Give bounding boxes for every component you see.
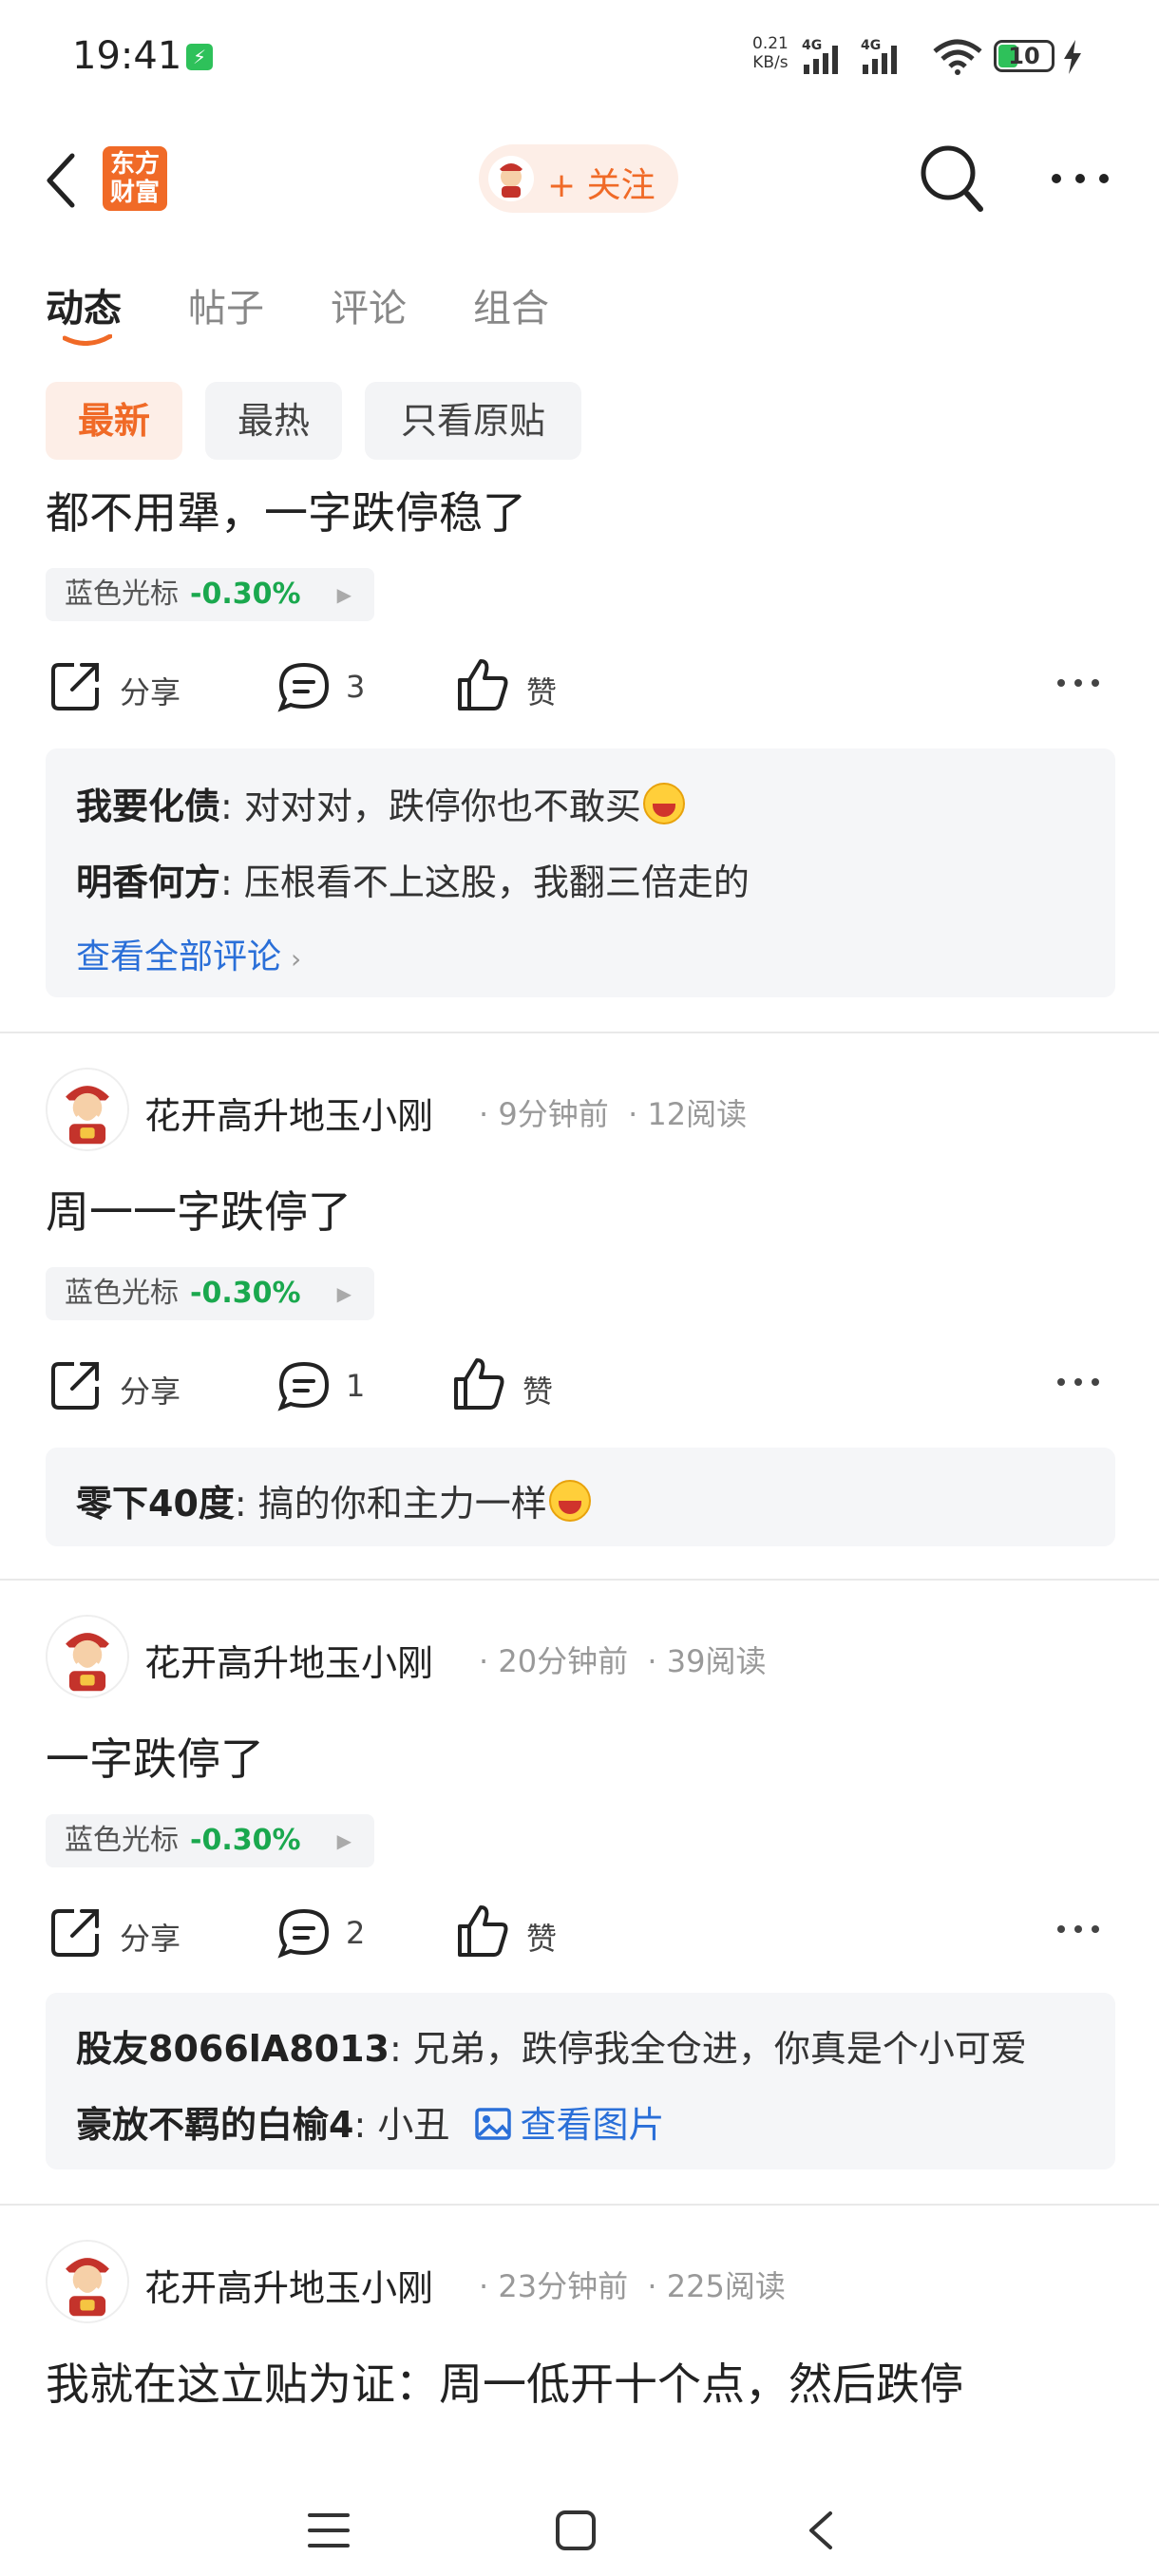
home-icon[interactable] bbox=[555, 2510, 597, 2551]
post-meta: · 9分钟前 · 12阅读 bbox=[479, 1096, 748, 1132]
avatar[interactable] bbox=[46, 1068, 129, 1151]
comment-item[interactable]: 我要化债: 对对对，跌停你也不敢买 bbox=[76, 777, 685, 829]
post-text[interactable]: 一字跌停了 bbox=[46, 1725, 264, 1788]
tab-posts[interactable]: 帖子 bbox=[188, 277, 264, 332]
divider bbox=[0, 2204, 1159, 2206]
comment-count[interactable]: 3 bbox=[346, 669, 365, 705]
like-label[interactable]: 赞 bbox=[522, 1368, 553, 1411]
system-nav-bar bbox=[0, 2470, 1159, 2576]
author-name[interactable]: 花开高升地玉小刚 bbox=[144, 1087, 433, 1139]
filter-original-only[interactable]: 只看原贴 bbox=[365, 382, 581, 460]
filter-hot[interactable]: 最热 bbox=[205, 382, 342, 460]
comment-count[interactable]: 2 bbox=[346, 1915, 365, 1951]
post-more-icon[interactable] bbox=[1056, 676, 1100, 690]
search-icon[interactable] bbox=[918, 142, 986, 215]
tab-portfolio[interactable]: 组合 bbox=[473, 277, 549, 332]
comment-icon[interactable] bbox=[277, 1360, 331, 1411]
post-meta: · 23分钟前 · 225阅读 bbox=[479, 2268, 786, 2304]
post-text[interactable]: 都不用犟，一字跌停稳了 bbox=[46, 479, 526, 541]
laughing-emoji-icon bbox=[548, 1480, 591, 1522]
comment-item[interactable]: 零下40度: 搞的你和主力一样 bbox=[76, 1474, 591, 1526]
laughing-emoji-icon bbox=[642, 783, 685, 824]
back-icon[interactable] bbox=[42, 152, 80, 209]
post-text[interactable]: 周一一字跌停了 bbox=[46, 1178, 352, 1241]
post-text[interactable]: 我就在这立贴为证：周一低开十个点，然后跌停 bbox=[46, 2350, 963, 2413]
divider bbox=[0, 1579, 1159, 1581]
comment-preview: 零下40度: 搞的你和主力一样 bbox=[46, 1448, 1115, 1546]
share-label[interactable]: 分享 bbox=[120, 669, 180, 712]
stock-tag[interactable]: 蓝色光标 -0.30% ▶ bbox=[46, 1267, 374, 1320]
comment-count[interactable]: 1 bbox=[346, 1368, 365, 1404]
comment-preview: 我要化债: 对对对，跌停你也不敢买 明香何方: 压根看不上这股，我翻三倍走的 查… bbox=[46, 748, 1115, 997]
chevron-right-icon: › bbox=[291, 943, 302, 975]
battery-saver-icon: ⚡ bbox=[186, 44, 213, 70]
share-icon[interactable] bbox=[49, 1358, 103, 1411]
tab-comments[interactable]: 评论 bbox=[331, 277, 407, 332]
like-label[interactable]: 赞 bbox=[526, 1915, 557, 1959]
share-icon[interactable] bbox=[49, 1905, 103, 1959]
comment-icon[interactable] bbox=[277, 1907, 331, 1959]
post-meta: · 20分钟前 · 39阅读 bbox=[479, 1643, 767, 1679]
comment-icon[interactable] bbox=[277, 661, 331, 712]
avatar[interactable] bbox=[46, 2240, 129, 2323]
share-label[interactable]: 分享 bbox=[120, 1368, 180, 1411]
like-label[interactable]: 赞 bbox=[526, 669, 557, 712]
view-image-link[interactable]: 查看图片 bbox=[474, 2104, 664, 2146]
user-avatar bbox=[488, 156, 534, 201]
like-icon[interactable] bbox=[456, 657, 509, 712]
author-name[interactable]: 花开高升地玉小刚 bbox=[144, 2259, 433, 2311]
signal-2-icon: 4G bbox=[861, 38, 897, 74]
author-name[interactable]: 花开高升地玉小刚 bbox=[144, 1634, 433, 1686]
comment-item[interactable]: 明香何方: 压根看不上这股，我翻三倍走的 bbox=[76, 853, 750, 905]
post-more-icon[interactable] bbox=[1056, 1923, 1100, 1936]
wifi-icon bbox=[933, 39, 982, 75]
svg-text:4G: 4G bbox=[802, 38, 822, 53]
like-icon[interactable] bbox=[452, 1356, 505, 1411]
back-nav-icon[interactable] bbox=[806, 2510, 834, 2551]
tab-dynamic[interactable]: 动态 bbox=[46, 277, 122, 332]
divider bbox=[0, 1032, 1159, 1033]
comment-item[interactable]: 股友8066lA8013: 兄弟，跌停我全仓进，你真是个小可爱 bbox=[76, 2019, 1027, 2072]
follow-label: + 关注 bbox=[547, 166, 656, 205]
comment-item[interactable]: 豪放不羁的白榆4: 小丑 查看图片 bbox=[76, 2095, 664, 2148]
menu-icon[interactable] bbox=[308, 2511, 350, 2549]
battery-icon: 10 bbox=[994, 40, 1054, 72]
avatar[interactable] bbox=[46, 1615, 129, 1698]
signal-1-icon: 4G bbox=[802, 38, 838, 74]
more-icon[interactable] bbox=[1051, 167, 1110, 190]
tab-active-indicator bbox=[63, 334, 112, 346]
app-logo: 东方 财富 bbox=[103, 146, 167, 211]
image-icon bbox=[475, 2108, 512, 2140]
share-label[interactable]: 分享 bbox=[120, 1915, 180, 1959]
svg-text:4G: 4G bbox=[861, 38, 881, 53]
status-time: 19:41 bbox=[72, 34, 182, 78]
comment-preview: 股友8066lA8013: 兄弟，跌停我全仓进，你真是个小可爱 豪放不羁的白榆4… bbox=[46, 1993, 1115, 2169]
follow-button[interactable]: + 关注 bbox=[479, 144, 678, 213]
network-speed: 0.21 KB/s bbox=[752, 34, 788, 72]
share-icon[interactable] bbox=[49, 659, 103, 712]
filter-latest[interactable]: 最新 bbox=[46, 382, 182, 460]
like-icon[interactable] bbox=[456, 1904, 509, 1959]
view-all-comments-link[interactable]: 查看全部评论 › bbox=[76, 929, 301, 978]
post-more-icon[interactable] bbox=[1056, 1375, 1100, 1389]
charging-icon bbox=[1064, 40, 1081, 74]
stock-tag[interactable]: 蓝色光标 -0.30% ▶ bbox=[46, 1814, 374, 1867]
stock-tag[interactable]: 蓝色光标 -0.30% ▶ bbox=[46, 568, 374, 621]
